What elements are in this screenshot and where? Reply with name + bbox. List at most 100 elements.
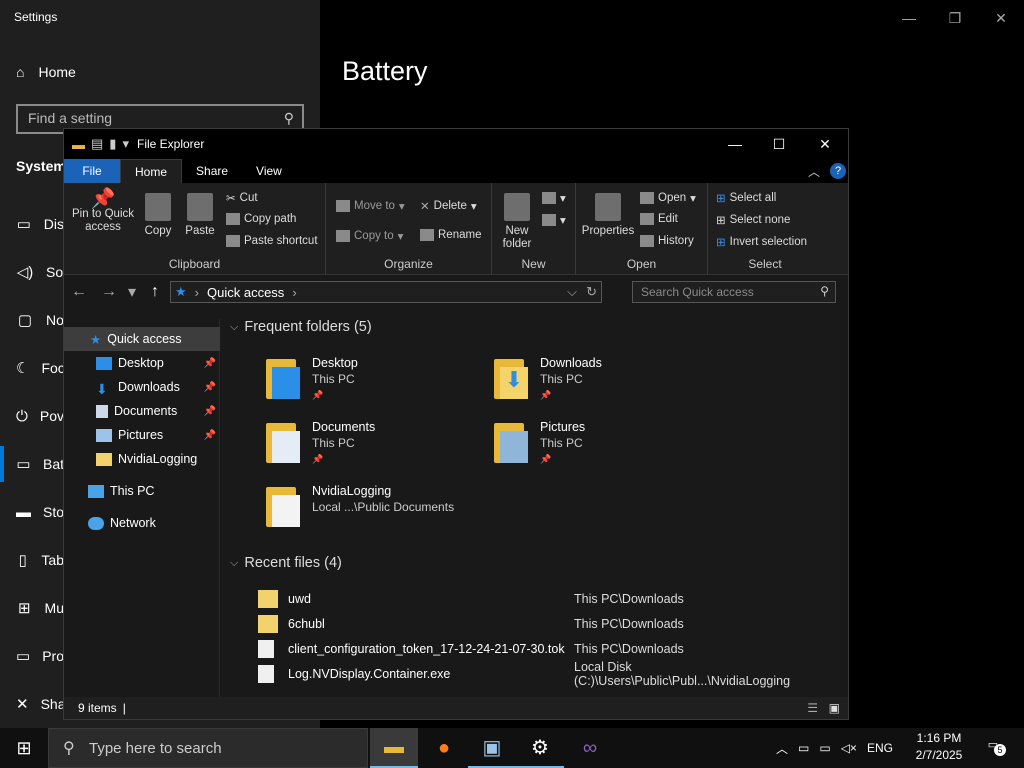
folder-tile-nvidialogging[interactable]: NvidiaLogging Local ...\Public Documents	[266, 483, 454, 527]
nav-network[interactable]: Network	[64, 511, 220, 535]
taskbar-search-placeholder: Type here to search	[89, 739, 222, 757]
back-arrow-icon[interactable]: ←	[64, 283, 94, 301]
taskbar-firefox[interactable]: ●	[420, 728, 468, 768]
nav-desktop[interactable]: Desktop 📌	[64, 351, 220, 375]
clock[interactable]: 1:16 PM 2/7/2025	[908, 730, 970, 764]
folder-name: Downloads	[540, 356, 602, 370]
select-none-button[interactable]: ⊞ Select none	[716, 213, 790, 227]
details-view-icon[interactable]: ☰	[807, 701, 818, 715]
open-button[interactable]: Open ▾	[640, 191, 696, 205]
settings-nav-storage[interactable]: ▬ Sto	[0, 494, 64, 530]
paste-button[interactable]: Paste	[184, 193, 216, 238]
edit-button[interactable]: Edit	[640, 213, 678, 225]
settings-nav-display[interactable]: ▭ Dis	[0, 206, 64, 242]
copy-path-button[interactable]: Copy path	[226, 213, 296, 225]
nav-nvidialogging[interactable]: NvidiaLogging	[64, 447, 220, 471]
invert-selection-button[interactable]: ⊞ Invert selection	[716, 235, 807, 249]
taskbar-search-box[interactable]: ⚲ Type here to search	[48, 728, 368, 768]
recent-file-row[interactable]: Log.NVDisplay.Container.exe Local Disk (C…	[258, 660, 848, 688]
folder-tile-documents[interactable]: Documents This PC 📌	[266, 419, 375, 467]
explorer-maximize-button[interactable]: ☐	[756, 129, 802, 159]
folder-icon	[96, 452, 112, 466]
nav-pictures[interactable]: Pictures 📌	[64, 423, 220, 447]
delete-button[interactable]: ✕ Delete ▾	[420, 199, 477, 213]
settings-nav-power[interactable]: ⏻ Pov	[0, 398, 64, 434]
volume-muted-icon[interactable]: ◁×	[841, 741, 857, 755]
folder-tile-pictures[interactable]: Pictures This PC 📌	[494, 419, 585, 467]
folder-icon: ▬	[72, 136, 85, 152]
cut-button[interactable]: ✂ Cut	[226, 191, 258, 205]
up-arrow-icon[interactable]: ↑	[140, 283, 170, 301]
tab-share[interactable]: Share	[182, 159, 242, 183]
settings-nav-notifications[interactable]: ▢ No	[0, 302, 64, 338]
nav-this-pc[interactable]: This PC	[64, 479, 220, 503]
tab-home[interactable]: Home	[120, 159, 183, 183]
tab-view[interactable]: View	[242, 159, 296, 183]
close-button[interactable]: ✕	[978, 4, 1024, 32]
history-button[interactable]: History	[640, 235, 694, 247]
battery-icon[interactable]: ▭	[798, 741, 809, 755]
address-dropdown-icon[interactable]: ⌵	[567, 284, 577, 300]
taskbar-settings[interactable]: ⚙	[516, 728, 564, 768]
help-icon[interactable]: ?	[830, 163, 846, 179]
start-button[interactable]: ⊞	[0, 728, 48, 768]
notification-center-button[interactable]: ▭ 5	[982, 738, 1006, 758]
recent-file-row[interactable]: uwd This PC\Downloads	[258, 587, 848, 611]
properties-label: Properties	[581, 225, 635, 237]
chevron-right-icon[interactable]: ›	[292, 285, 296, 300]
taskbar-file-explorer[interactable]: ▬	[370, 728, 418, 768]
explorer-search-input[interactable]: Search Quick access ⚲	[632, 281, 836, 303]
properties-qat-icon[interactable]: ▤	[91, 136, 103, 152]
new-item-button[interactable]: ▾	[542, 191, 566, 205]
taskbar-visual-studio[interactable]: ∞	[566, 728, 614, 768]
recent-files-header[interactable]: ⌵ Recent files (4)	[230, 555, 342, 571]
settings-nav-battery[interactable]: ▭ Bat	[0, 446, 64, 482]
chevron-up-icon[interactable]: ︿	[776, 740, 788, 757]
easy-access-button[interactable]: ▾	[542, 213, 566, 227]
settings-nav-projecting[interactable]: ▭ Pro	[0, 638, 64, 674]
file-location: This PC\Downloads	[574, 592, 684, 606]
nav-downloads[interactable]: ⬇ Downloads 📌	[64, 375, 220, 399]
forward-arrow-icon[interactable]: →	[94, 283, 124, 301]
taskbar-app-remote[interactable]: ▣	[468, 728, 516, 768]
rename-button[interactable]: Rename	[420, 229, 481, 241]
paste-shortcut-button[interactable]: Paste shortcut	[226, 235, 318, 247]
copy-to-icon	[336, 230, 350, 242]
minimize-button[interactable]: —	[886, 4, 932, 32]
settings-nav-tablet[interactable]: ▯ Tab	[0, 542, 64, 578]
folder-tile-downloads[interactable]: ⬇ Downloads This PC 📌	[494, 355, 602, 403]
large-icons-view-icon[interactable]: ▣	[829, 701, 840, 715]
nav-documents[interactable]: Documents 📌	[64, 399, 220, 423]
paste-shortcut-label: Paste shortcut	[244, 235, 318, 247]
folder-tile-desktop[interactable]: Desktop This PC 📌	[266, 355, 358, 403]
tab-file[interactable]: File	[64, 159, 120, 183]
ribbon-collapse-icon[interactable]: ︿	[808, 163, 820, 180]
refresh-icon[interactable]: ↻	[586, 284, 597, 300]
address-bar[interactable]: ★ › Quick access › ⌵ ↻	[170, 281, 602, 303]
settings-nav-multitasking[interactable]: ⊞ Mu	[0, 590, 64, 626]
copy-to-button[interactable]: Copy to ▾	[336, 229, 403, 243]
copy-button[interactable]: Copy	[142, 193, 174, 238]
explorer-close-button[interactable]: ✕	[802, 129, 848, 159]
maximize-button[interactable]: ❐	[932, 4, 978, 32]
recent-locations-icon[interactable]: ▾	[124, 282, 140, 302]
settings-nav-shared[interactable]: ✕ Sha	[0, 686, 66, 722]
frequent-folders-header[interactable]: ⌵ Frequent folders (5)	[230, 319, 372, 335]
new-folder-qat-icon[interactable]: ▮	[109, 136, 116, 152]
recent-file-row[interactable]: 6chubl This PC\Downloads	[258, 612, 848, 636]
properties-button[interactable]: Properties	[580, 193, 636, 238]
language-indicator[interactable]: ENG	[867, 741, 893, 755]
history-icon	[640, 235, 654, 247]
pin-to-quick-access-button[interactable]: 📌 Pin to Quick access	[70, 189, 136, 234]
network-icon[interactable]: ▭	[819, 741, 830, 755]
settings-home-link[interactable]: ⌂ Home	[16, 64, 76, 80]
settings-nav-sound[interactable]: ◁) So	[0, 254, 64, 290]
new-folder-button[interactable]: New folder	[500, 193, 534, 251]
settings-nav-focus[interactable]: ☾ Foc	[0, 350, 65, 386]
nav-quick-access[interactable]: ★ Quick access	[64, 327, 220, 351]
explorer-minimize-button[interactable]: —	[712, 129, 758, 159]
move-to-button[interactable]: Move to ▾	[336, 199, 405, 213]
select-all-button[interactable]: ⊞ Select all	[716, 191, 776, 205]
recent-file-row[interactable]: client_configuration_token_17-12-24-21-0…	[258, 637, 848, 661]
chevron-down-icon[interactable]: ▾	[122, 136, 129, 152]
